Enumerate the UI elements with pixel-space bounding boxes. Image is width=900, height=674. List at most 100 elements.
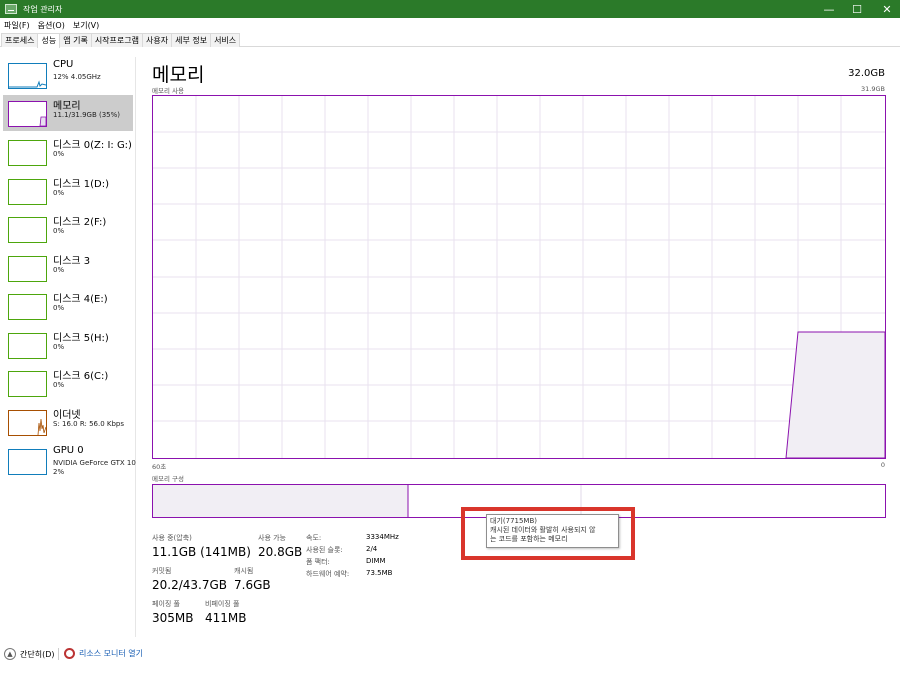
memory-mini-graph-fill	[39, 116, 47, 127]
cached-label: 캐시됨	[234, 567, 254, 575]
paged-pool-value: 305MB	[152, 611, 194, 625]
sidebar-item-subtitle: 0%	[53, 189, 65, 197]
sidebar-item-title: CPU	[53, 59, 74, 70]
sidebar-item-subtitle: 0%	[53, 304, 65, 312]
graph-axis-right: 0	[880, 461, 885, 469]
nonpaged-pool-label: 비페이징 풀	[205, 600, 240, 608]
window-title: 작업 관리자	[23, 4, 63, 14]
graph-grid	[153, 96, 885, 458]
tab-app-history[interactable]: 앱 기록	[59, 33, 92, 47]
cached-value: 7.6GB	[234, 578, 271, 592]
cpu-mini-graph-line	[9, 80, 47, 88]
disk-mini-graph	[8, 294, 47, 320]
memory-usage-graph-svg	[153, 96, 886, 459]
in-use-value: 11.1GB (141MB)	[152, 545, 251, 559]
sidebar-item-title: 메모리	[53, 101, 81, 112]
available-value: 20.8GB	[258, 545, 303, 559]
ethernet-mini-graph-line	[37, 418, 47, 436]
sidebar-item-subtitle: NVIDIA GeForce GTX 10	[53, 459, 136, 467]
sidebar-item-title: 이더넷	[53, 410, 81, 421]
available-label: 사용 가능	[258, 534, 286, 542]
resource-monitor-label: 리소스 모니터 열기	[79, 649, 143, 658]
title-bar: 작업 관리자 — ☐ ✕	[0, 0, 900, 18]
sidebar-item-title: 디스크 6(C:)	[53, 371, 109, 382]
gpu-mini-graph	[8, 449, 47, 475]
sidebar-item-title: 디스크 3	[53, 256, 91, 267]
sidebar-item-subtitle: 0%	[53, 343, 65, 351]
footer: ▲ 간단히(D) 리소스 모니터 열기	[0, 645, 900, 667]
task-manager-icon	[5, 4, 17, 14]
fewer-details-label: 간단히(D)	[20, 649, 55, 659]
sidebar-item-percent: 2%	[53, 468, 65, 476]
ethernet-mini-graph	[8, 410, 47, 436]
menu-file[interactable]: 파일(F)	[4, 20, 30, 31]
fewer-details-button[interactable]: ▲ 간단히(D)	[4, 648, 54, 660]
highlight-box	[461, 507, 635, 560]
tab-startup[interactable]: 시작프로그램	[90, 33, 143, 47]
sidebar-item-subtitle: 0%	[53, 266, 65, 274]
hardware-reserved-value: 73.5MB	[366, 569, 393, 577]
memory-total: 32.0GB	[848, 68, 885, 79]
sidebar-item-gpu[interactable]: GPU 0 NVIDIA GeForce GTX 10 2%	[3, 443, 136, 479]
page-title: 메모리	[152, 64, 205, 86]
performance-sidebar: CPU 12% 4.05GHz 메모리 11.1/31.9GB (35%) 디스…	[0, 57, 136, 637]
resource-monitor-icon	[64, 648, 75, 659]
committed-label: 커밋됨	[152, 567, 172, 575]
speed-label: 속도:	[306, 534, 322, 542]
sidebar-item-title: 디스크 4(E:)	[53, 294, 108, 305]
in-use-segment[interactable]	[153, 485, 408, 517]
sidebar-item-title: 디스크 0(Z: I: G:)	[53, 140, 132, 151]
paged-pool-label: 페이징 풀	[152, 600, 180, 608]
sidebar-item-title: 디스크 1(D:)	[53, 179, 110, 190]
sidebar-item-subtitle: 0%	[53, 150, 65, 158]
speed-value: 3334MHz	[366, 533, 399, 541]
disk-mini-graph	[8, 217, 47, 243]
menu-view[interactable]: 보기(V)	[73, 20, 99, 31]
resource-monitor-link[interactable]: 리소스 모니터 열기	[64, 648, 143, 659]
sidebar-item-disk-1[interactable]: 디스크 1(D:) 0%	[3, 173, 133, 209]
disk-mini-graph	[8, 256, 47, 282]
sidebar-item-subtitle: 11.1/31.9GB (35%)	[53, 111, 121, 119]
sidebar-item-ethernet[interactable]: 이더넷 S: 16.0 R: 56.0 Kbps	[3, 404, 133, 440]
composition-label: 메모리 구성	[152, 475, 184, 483]
cpu-mini-graph	[8, 63, 47, 89]
maximize-button[interactable]: ☐	[840, 0, 874, 18]
committed-value: 20.2/43.7GB	[152, 578, 228, 592]
disk-mini-graph	[8, 140, 47, 166]
menu-options[interactable]: 옵션(O)	[38, 20, 65, 31]
sidebar-item-title: 디스크 5(H:)	[53, 333, 109, 344]
tab-users[interactable]: 사용자	[141, 33, 173, 47]
hardware-reserved-label: 하드웨어 예약:	[306, 570, 350, 578]
disk-mini-graph	[8, 333, 47, 359]
tab-processes[interactable]: 프로세스	[1, 33, 39, 47]
disk-mini-graph	[8, 179, 47, 205]
menu-bar: 파일(F) 옵션(O) 보기(V)	[0, 18, 900, 32]
usage-graph-max: 31.9GB	[861, 85, 885, 93]
nonpaged-pool-value: 411MB	[205, 611, 247, 625]
tab-details[interactable]: 세부 정보	[171, 33, 212, 47]
tab-performance[interactable]: 성능	[37, 33, 61, 48]
usage-graph-label: 메모리 사용	[152, 87, 184, 95]
close-button[interactable]: ✕	[870, 0, 900, 18]
sidebar-item-memory[interactable]: 메모리 11.1/31.9GB (35%)	[3, 95, 133, 131]
sidebar-item-disk-5[interactable]: 디스크 5(H:) 0%	[3, 327, 133, 363]
chevron-up-icon: ▲	[4, 648, 16, 660]
sidebar-item-subtitle: 12% 4.05GHz	[53, 73, 101, 81]
sidebar-item-subtitle: S: 16.0 R: 56.0 Kbps	[53, 420, 125, 428]
memory-mini-graph	[8, 101, 47, 127]
sidebar-item-disk-4[interactable]: 디스크 4(E:) 0%	[3, 288, 133, 324]
form-factor-value: DIMM	[366, 557, 386, 565]
sidebar-item-disk-3[interactable]: 디스크 3 0%	[3, 250, 133, 286]
slots-label: 사용된 슬롯:	[306, 546, 343, 554]
tab-services[interactable]: 서비스	[210, 33, 241, 47]
sidebar-item-cpu[interactable]: CPU 12% 4.05GHz	[3, 57, 133, 93]
sidebar-item-title: GPU 0	[53, 445, 84, 456]
footer-divider	[58, 648, 59, 660]
sidebar-item-disk-2[interactable]: 디스크 2(F:) 0%	[3, 211, 133, 247]
memory-usage-area	[785, 331, 886, 459]
sidebar-item-title: 디스크 2(F:)	[53, 217, 107, 228]
sidebar-item-disk-0[interactable]: 디스크 0(Z: I: G:) 0%	[3, 134, 133, 170]
sidebar-item-disk-6[interactable]: 디스크 6(C:) 0%	[3, 365, 133, 401]
memory-usage-graph	[152, 95, 886, 459]
graph-axis-left: 60초	[152, 463, 167, 471]
